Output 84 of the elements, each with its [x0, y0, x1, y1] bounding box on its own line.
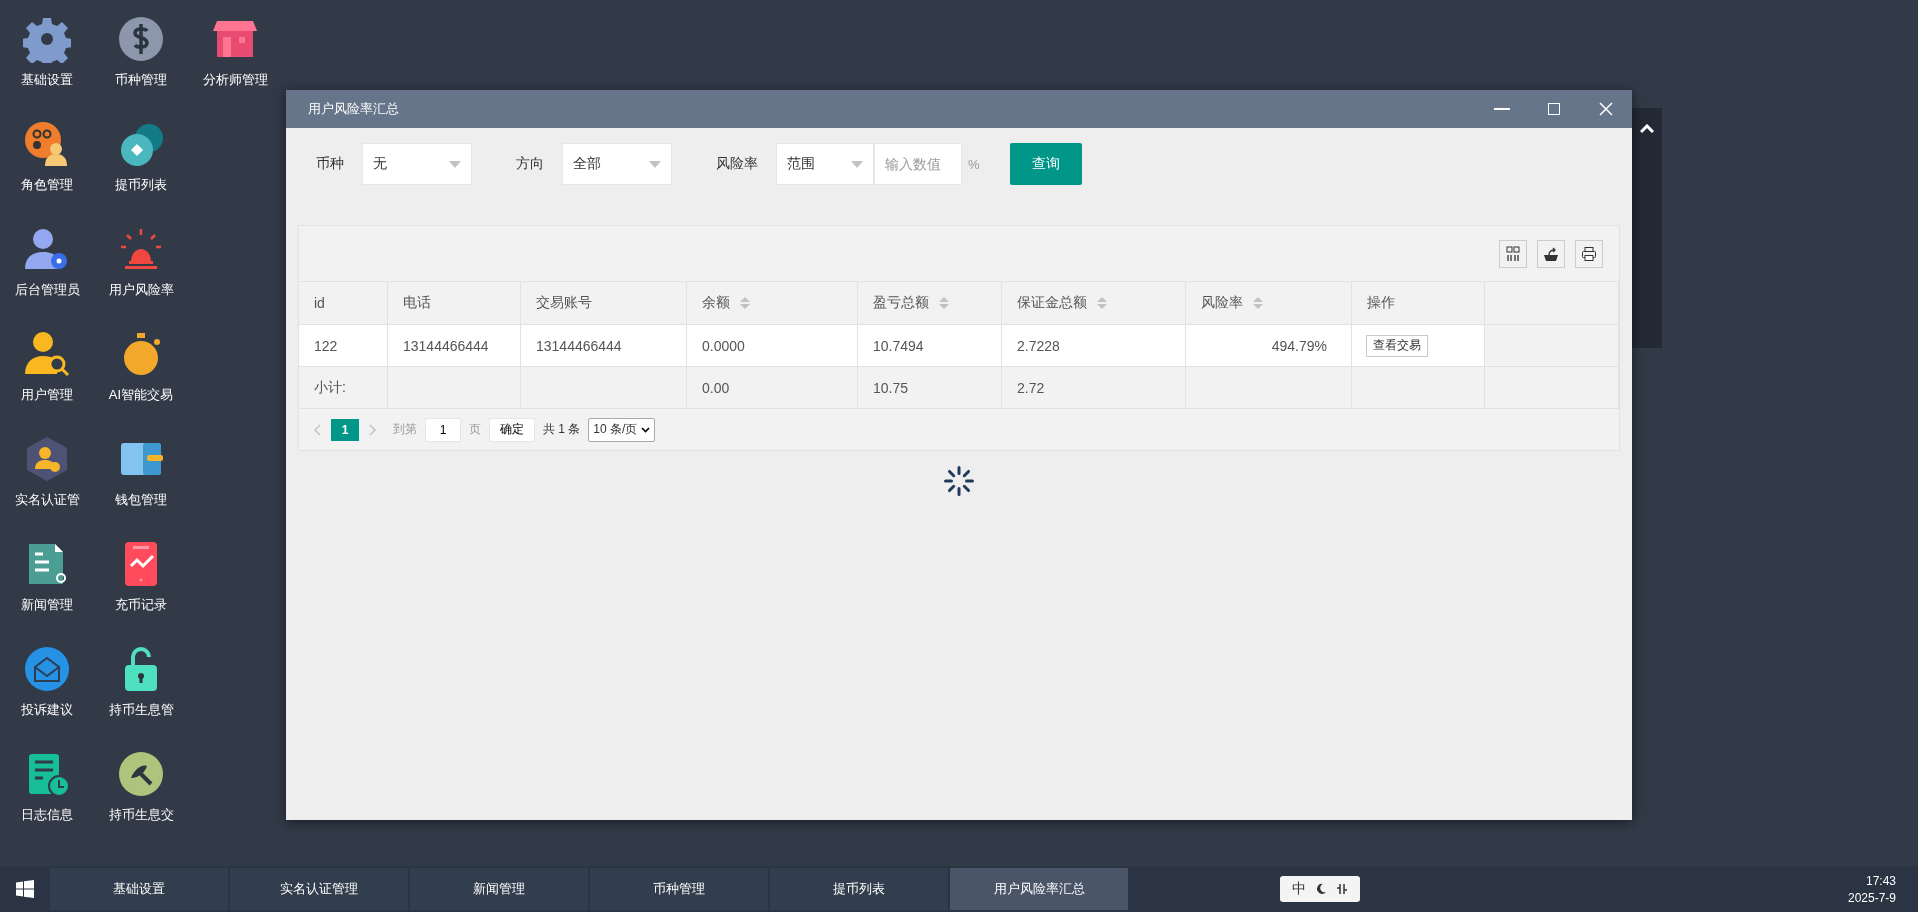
desktop-icon-label[interactable]: 投诉建议	[21, 701, 73, 719]
desktop-icon-label[interactable]: 充币记录	[115, 596, 167, 614]
user-search-icon	[23, 330, 71, 378]
table-cell: 13144466444	[388, 324, 521, 366]
filter-label: 方向	[516, 155, 544, 173]
envelope-icon	[23, 645, 71, 693]
desktop-icon-label[interactable]: 后台管理员	[14, 281, 80, 299]
filter-label: 风险率	[716, 155, 758, 173]
total-count: 共 1 条	[543, 421, 581, 438]
gear-icon	[23, 15, 71, 63]
page-button[interactable]: 1	[331, 418, 359, 441]
window-title: 用户风险率汇总	[308, 100, 400, 118]
desktop-icon-label[interactable]: 用户风险率	[108, 281, 174, 299]
clock-time: 17:43	[1865, 873, 1896, 888]
caret-icon	[649, 160, 661, 168]
sort-icon[interactable]	[740, 297, 750, 309]
chevron-down-icon	[641, 426, 651, 433]
moon-icon	[1315, 883, 1327, 895]
loading-spinner-icon	[943, 465, 975, 497]
desktop-icon-label[interactable]: 提币列表	[115, 176, 167, 194]
chevron-up-icon[interactable]	[1640, 124, 1654, 134]
taskbar-item[interactable]: 基础设置	[50, 868, 228, 910]
close-icon	[1599, 102, 1613, 116]
columns-icon	[1505, 245, 1521, 262]
dropdown[interactable]: 范围	[776, 143, 874, 185]
table-cell: 2.7228	[1002, 324, 1186, 366]
input-method-indicator[interactable]: 中	[1280, 876, 1360, 902]
caret-icon	[851, 160, 863, 168]
table-cell: 0.0000	[687, 324, 858, 366]
table-cell: 122	[299, 324, 388, 366]
desktop-icon-label[interactable]: 用户管理	[21, 386, 73, 404]
goto-label: 到第	[393, 421, 417, 438]
desktop-icon-label[interactable]: 持币生息交	[108, 806, 174, 824]
confirm-button[interactable]: 确定	[489, 417, 535, 442]
subtotal-cell: 2.72	[1002, 366, 1186, 408]
unit-label: %	[968, 156, 980, 172]
input-mode-label: 中	[1292, 880, 1307, 898]
desktop-icon-label[interactable]: 日志信息	[21, 806, 73, 824]
dropdown[interactable]: 全部	[562, 143, 672, 185]
sort-icon[interactable]	[1253, 297, 1263, 309]
filter-label: 币种	[316, 155, 344, 173]
page-size-select[interactable]: 10 条/页	[588, 417, 656, 442]
desktop-icon-label[interactable]: 实名认证管	[14, 491, 80, 509]
page-unit: 页	[469, 421, 481, 438]
minimize-icon	[1494, 108, 1510, 110]
desktop-icon-label[interactable]: 钱包管理	[115, 491, 167, 509]
table-cell: 10.7494	[858, 324, 1002, 366]
desktop-icon-label[interactable]: AI智能交易	[108, 386, 174, 404]
caret-icon	[449, 160, 461, 168]
print-button[interactable]	[1575, 239, 1603, 268]
export-icon	[1543, 245, 1559, 262]
dropdown[interactable]: 无	[362, 143, 472, 185]
desktop-icon-label[interactable]: 基础设置	[21, 71, 73, 89]
subtotal-cell: 10.75	[858, 366, 1002, 408]
desktop-icon-label[interactable]: 角色管理	[21, 176, 73, 194]
export-button[interactable]	[1537, 239, 1565, 268]
subtotal-cell: 小计:	[299, 366, 388, 408]
four-panes-icon	[16, 880, 34, 898]
previous-page-icon[interactable]	[313, 423, 321, 436]
dollar-coin-icon	[117, 15, 165, 63]
value-input[interactable]: 输入数值	[874, 143, 962, 185]
view-trades-button[interactable]: 查看交易	[1366, 334, 1428, 357]
taskbar-item[interactable]: 用户风险率汇总	[950, 868, 1128, 910]
desktop-icon-label[interactable]: 分析师管理	[202, 71, 268, 89]
next-page-icon[interactable]	[369, 423, 377, 436]
maximize-icon	[1548, 103, 1560, 115]
taskbar-item[interactable]: 提币列表	[770, 868, 948, 910]
table-cell: 494.79%	[1186, 324, 1352, 366]
taskbar-item[interactable]: 币种管理	[590, 868, 768, 910]
desktop-icon-label[interactable]: 持币生息管	[108, 701, 174, 719]
clock-date: 2025-7-9	[1847, 890, 1896, 905]
print-icon	[1581, 245, 1597, 262]
keyboard-grid-icon	[1335, 883, 1348, 895]
columns-button[interactable]	[1499, 239, 1527, 268]
subtotal-cell: 0.00	[687, 366, 858, 408]
page-input[interactable]: 1	[425, 417, 461, 442]
taskbar-item[interactable]: 实名认证管理	[230, 868, 408, 910]
sort-icon[interactable]	[939, 297, 949, 309]
query-button[interactable]: 查询	[1009, 143, 1082, 185]
taskbar-item[interactable]: 新闻管理	[410, 868, 588, 910]
table-cell: 13144466444	[521, 324, 687, 366]
desktop-icon-label[interactable]: 新闻管理	[21, 596, 73, 614]
sort-icon[interactable]	[1097, 297, 1107, 309]
desktop-icon-label[interactable]: 币种管理	[115, 71, 167, 89]
